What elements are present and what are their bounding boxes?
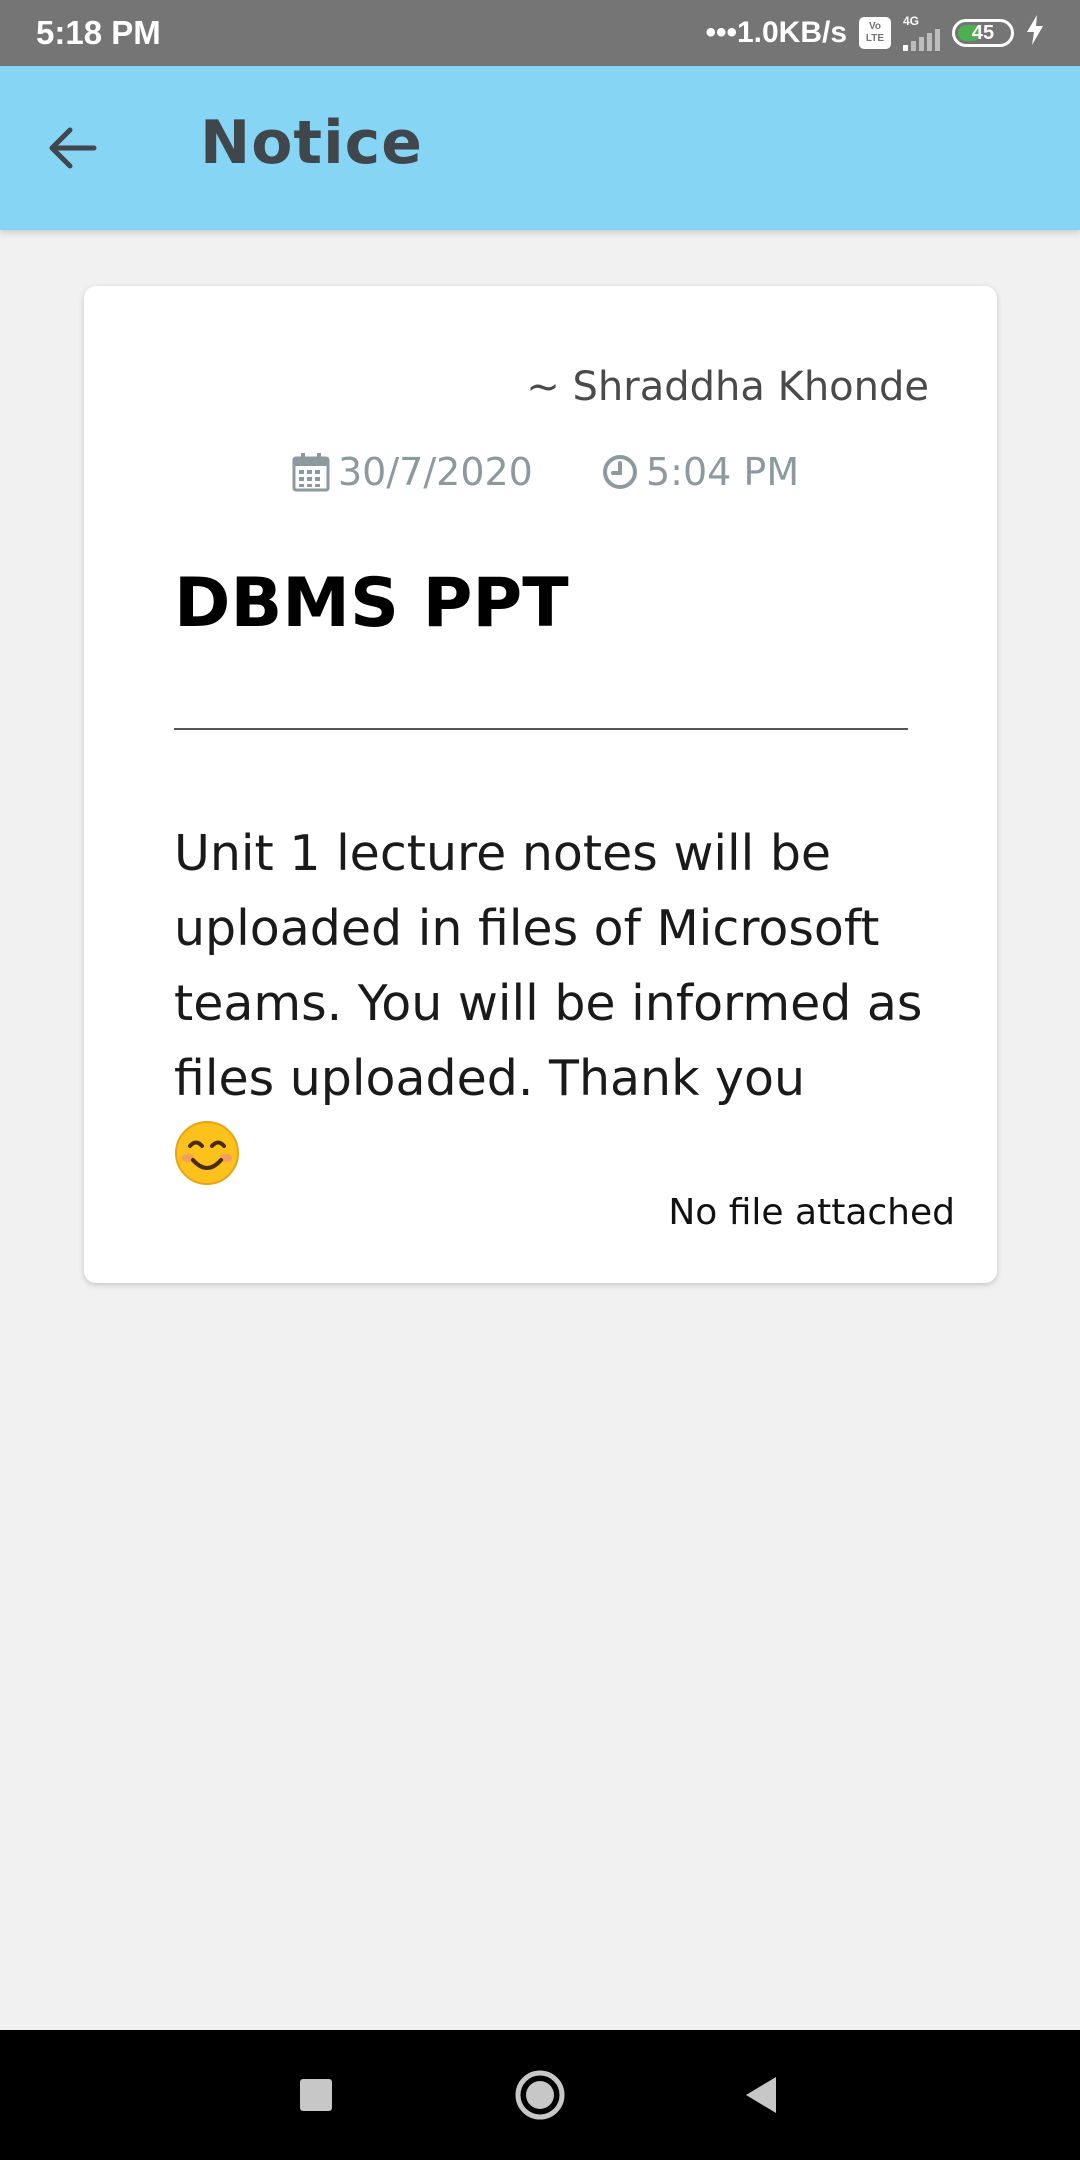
battery-level: 45 — [971, 22, 995, 44]
notice-author: ~ Shraddha Khonde — [526, 364, 929, 410]
page-title: Notice — [200, 108, 423, 178]
recents-square-icon — [300, 2079, 332, 2111]
back-button[interactable] — [34, 110, 110, 186]
system-back-button[interactable] — [695, 2030, 825, 2160]
signal-bars — [903, 27, 940, 51]
divider — [174, 728, 908, 730]
status-bar: 5:18 PM •••1.0KB/s Vo LTE 4G 45 — [0, 0, 1080, 66]
notice-title: DBMS PPT — [174, 564, 569, 643]
notice-date-text: 30/7/2020 — [338, 450, 533, 494]
notice-time: 5:04 PM — [602, 450, 799, 494]
status-icons: •••1.0KB/s Vo LTE 4G 45 — [705, 14, 1044, 52]
network-speed: •••1.0KB/s — [705, 16, 847, 49]
signal-icon: 4G — [903, 15, 940, 51]
notice-card: ~ Shraddha Khonde 30/7/2020 5:04 PM DBMS… — [84, 286, 997, 1283]
charging-bolt-icon — [1026, 14, 1044, 52]
app-bar: Notice — [0, 66, 1080, 230]
navigation-bar — [0, 2030, 1080, 2160]
volte-icon: Vo LTE — [859, 17, 891, 49]
notice-body: Unit 1 lecture notes will be uploaded in… — [174, 816, 934, 1207]
volte-bottom-label: LTE — [865, 33, 885, 44]
attachment-status: No file attached — [668, 1192, 955, 1233]
back-triangle-icon — [746, 2077, 776, 2113]
network-type: 4G — [903, 14, 920, 28]
volte-top-label: Vo — [868, 21, 882, 32]
battery-icon: 45 — [952, 19, 1014, 47]
notice-body-text: Unit 1 lecture notes will be uploaded in… — [174, 825, 923, 1107]
notice-time-text: 5:04 PM — [646, 450, 800, 494]
clock-icon — [603, 455, 637, 489]
home-circle-icon — [515, 2070, 565, 2120]
arrow-left-icon — [49, 127, 97, 169]
calendar-icon — [292, 453, 330, 492]
notice-date: 30/7/2020 — [292, 450, 533, 494]
smiling-face-icon — [174, 1120, 240, 1207]
recents-button[interactable] — [251, 2030, 381, 2160]
status-time: 5:18 PM — [36, 14, 161, 51]
home-button[interactable] — [475, 2030, 605, 2160]
